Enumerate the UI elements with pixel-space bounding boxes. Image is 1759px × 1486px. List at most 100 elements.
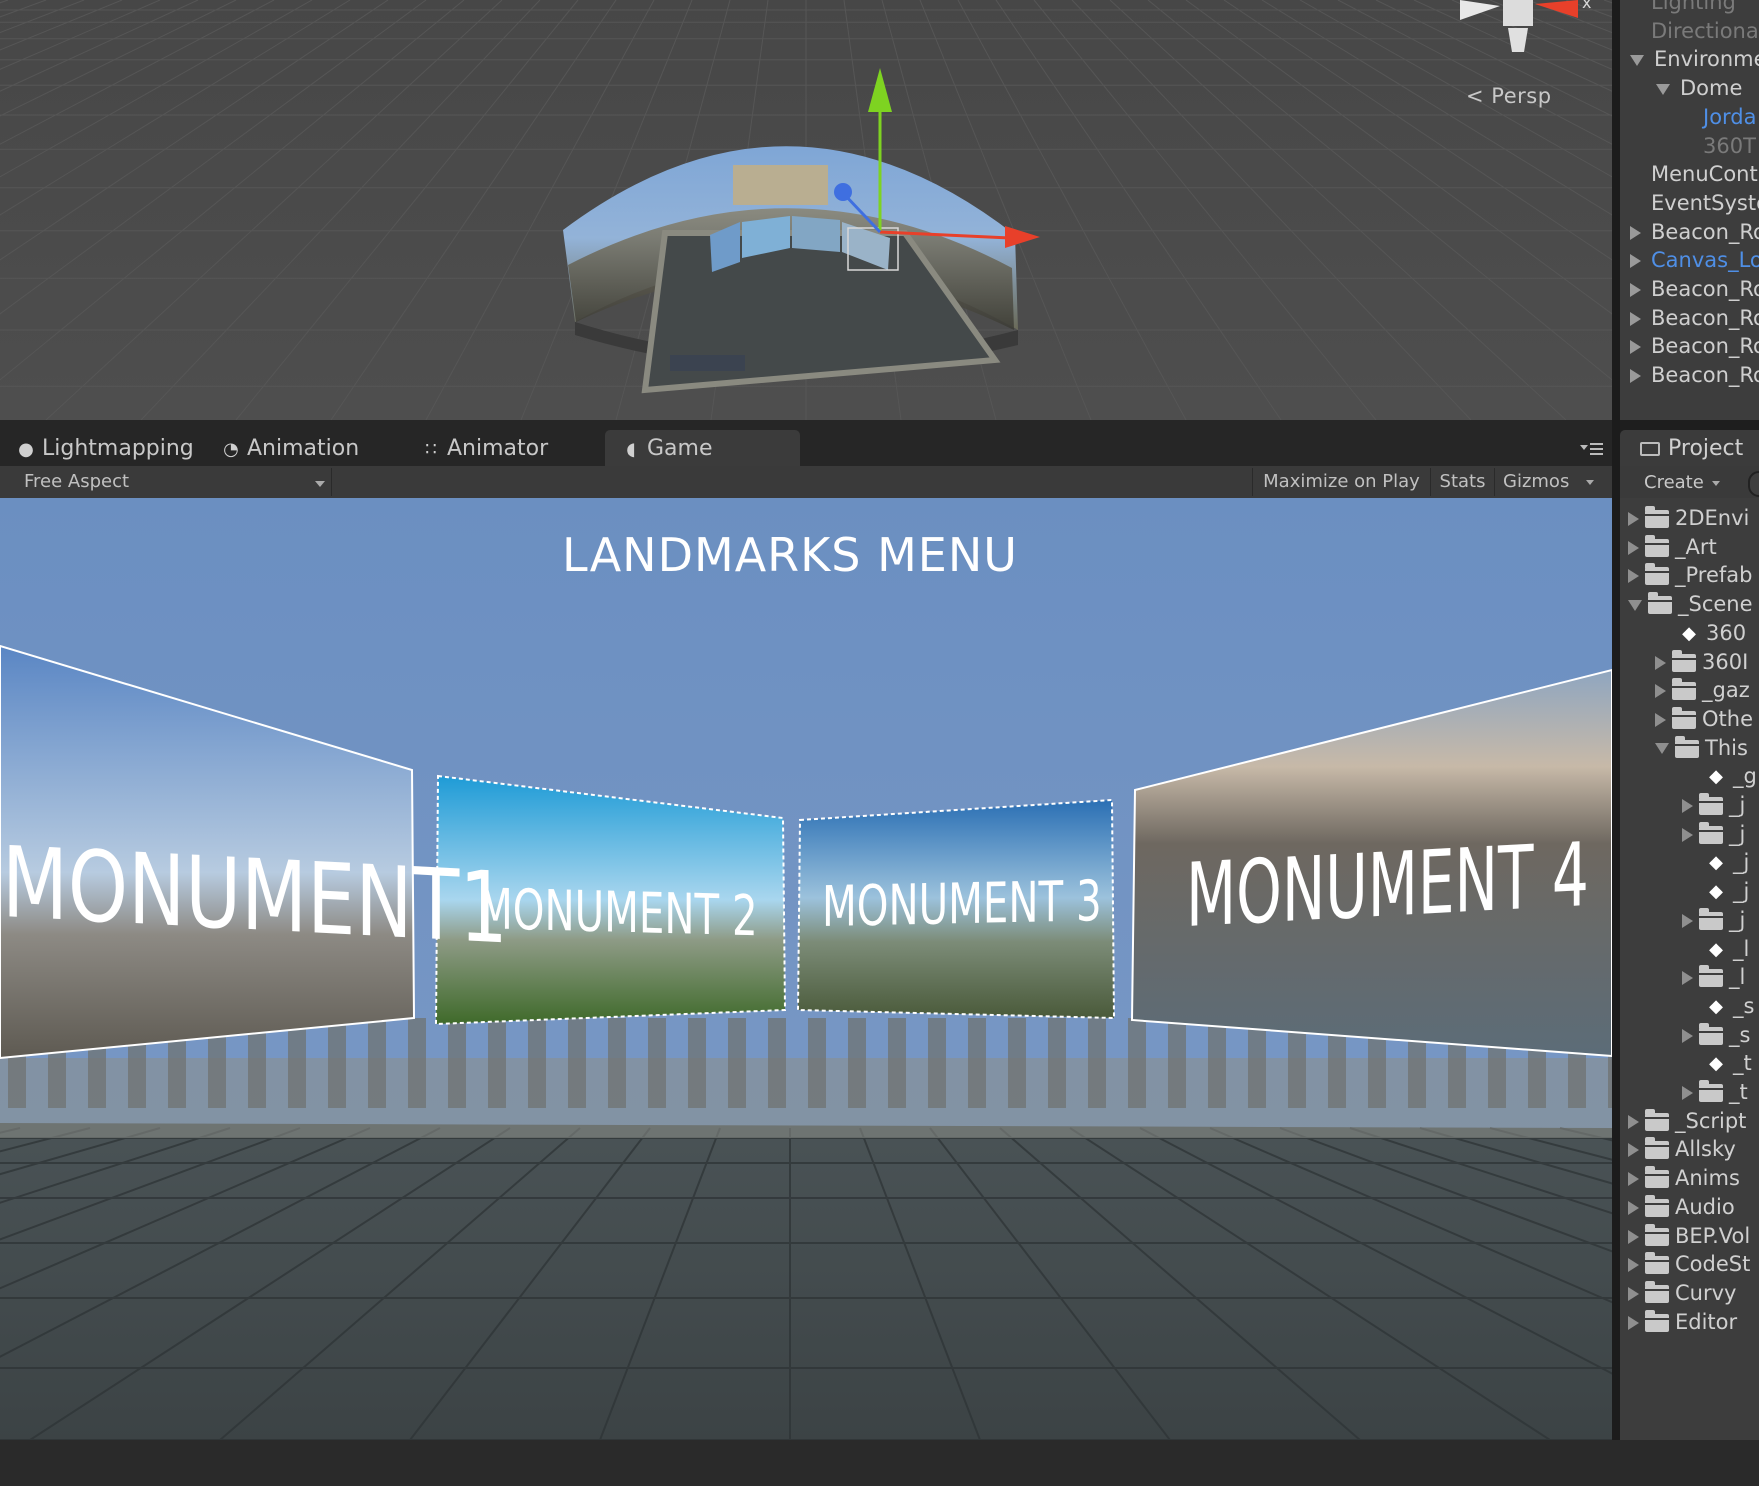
- project-folder-item[interactable]: _j: [1682, 789, 1745, 821]
- project-scene-item[interactable]: ◆ _l: [1682, 933, 1749, 965]
- persp-toggle[interactable]: < Persp: [1466, 84, 1552, 108]
- collapse-arrow-icon[interactable]: [1628, 1229, 1639, 1244]
- project-folder-item[interactable]: Editor: [1628, 1306, 1737, 1338]
- collapse-arrow-icon[interactable]: [1628, 540, 1639, 555]
- hierarchy-item[interactable]: Canvas_Lo: [1630, 244, 1759, 276]
- hierarchy-item-label: Lighting: [1651, 0, 1736, 14]
- tab-animation[interactable]: ◔ Animation: [205, 430, 405, 466]
- collapse-arrow-icon[interactable]: [1628, 1315, 1639, 1330]
- project-folder-item[interactable]: _t: [1682, 1076, 1748, 1108]
- collapse-arrow-icon[interactable]: [1630, 283, 1641, 297]
- hierarchy-item[interactable]: Environme: [1630, 43, 1759, 75]
- project-scene-item[interactable]: ◆ _s: [1682, 990, 1754, 1022]
- project-folder-item[interactable]: _Prefab: [1628, 559, 1752, 591]
- project-item-label: 360I: [1702, 649, 1749, 674]
- hierarchy-item[interactable]: 360T: [1703, 130, 1756, 162]
- project-folder-item[interactable]: Anims: [1628, 1162, 1740, 1194]
- hierarchy-item-label: 360T: [1703, 133, 1756, 158]
- project-folder-item[interactable]: _Script: [1628, 1105, 1746, 1137]
- tab-animator[interactable]: ∷ Animator: [405, 430, 605, 466]
- project-scene-item[interactable]: ◆ _j: [1682, 846, 1749, 878]
- hierarchy-item[interactable]: Dome: [1656, 72, 1742, 104]
- project-folder-item[interactable]: _Scene: [1628, 588, 1753, 620]
- aspect-dropdown[interactable]: Free Aspect: [12, 468, 332, 496]
- collapse-arrow-icon[interactable]: [1630, 225, 1641, 240]
- collapse-arrow-icon[interactable]: [1630, 340, 1641, 355]
- collapse-arrow-icon[interactable]: [1682, 971, 1693, 986]
- project-folder-item[interactable]: This: [1655, 732, 1748, 764]
- collapse-arrow-icon[interactable]: [1628, 1200, 1639, 1215]
- gizmos-dropdown[interactable]: Gizmos: [1494, 468, 1604, 496]
- hierarchy-item[interactable]: MenuCont: [1651, 158, 1758, 190]
- expand-arrow-icon[interactable]: [1628, 599, 1642, 611]
- collapse-arrow-icon[interactable]: [1628, 1258, 1639, 1273]
- collapse-arrow-icon[interactable]: [1682, 1028, 1693, 1043]
- splitter-vertical[interactable]: [1612, 0, 1620, 1486]
- collapse-arrow-icon[interactable]: [1630, 369, 1641, 384]
- hierarchy-item[interactable]: Directiona: [1651, 15, 1759, 47]
- animator-grid-icon: ∷: [425, 439, 437, 460]
- collapse-arrow-icon[interactable]: [1628, 1114, 1639, 1129]
- collapse-arrow-icon[interactable]: [1630, 311, 1641, 326]
- project-scene-item[interactable]: ◆ _j: [1682, 875, 1749, 907]
- game-viewport[interactable]: MONUMENT1 MONUMENT 2 MONUMENT 3 MONUMENT…: [0, 498, 1612, 1440]
- monument-4-label: MONUMENT 4: [1186, 823, 1589, 947]
- hierarchy-item[interactable]: Beacon_Ro: [1630, 359, 1759, 391]
- collapse-arrow-icon[interactable]: [1628, 569, 1639, 584]
- folder-icon: [1699, 821, 1723, 844]
- expand-arrow-icon[interactable]: [1630, 54, 1644, 66]
- hierarchy-item[interactable]: Beacon_Ro: [1630, 302, 1759, 334]
- project-folder-item[interactable]: Allsky: [1628, 1133, 1736, 1165]
- project-toolbar: Create: [1620, 466, 1759, 498]
- hierarchy-item[interactable]: Jorda: [1703, 101, 1757, 133]
- project-folder-item[interactable]: 360I: [1655, 646, 1748, 678]
- project-folder-item[interactable]: _gaz: [1655, 674, 1750, 706]
- project-folder-item[interactable]: BEP.Vol: [1628, 1220, 1750, 1252]
- project-scene-item[interactable]: ◆ _g: [1682, 760, 1757, 792]
- collapse-arrow-icon[interactable]: [1682, 799, 1693, 813]
- tab-lightmapping[interactable]: ● Lightmapping: [0, 430, 205, 466]
- project-scene-item[interactable]: ◆ _t: [1682, 1047, 1752, 1079]
- collapse-arrow-icon[interactable]: [1655, 655, 1666, 670]
- hierarchy-item[interactable]: Beacon_Ro: [1630, 330, 1759, 362]
- hierarchy-item[interactable]: Beacon_Ro: [1630, 273, 1759, 305]
- maximize-on-play-toggle[interactable]: Maximize on Play: [1252, 468, 1430, 496]
- collapse-arrow-icon[interactable]: [1630, 254, 1641, 269]
- splitter-horizontal[interactable]: [0, 420, 1612, 430]
- project-folder-item[interactable]: _j: [1682, 904, 1745, 936]
- tab-menu-icon[interactable]: [1578, 440, 1604, 458]
- collapse-arrow-icon[interactable]: [1628, 1143, 1639, 1158]
- project-folder-item[interactable]: Curvy: [1628, 1277, 1736, 1309]
- project-item-label: _Scene: [1678, 592, 1753, 617]
- scene-canvas[interactable]: x: [0, 0, 1612, 420]
- collapse-arrow-icon[interactable]: [1682, 1086, 1693, 1100]
- project-folder-item[interactable]: Othe: [1655, 703, 1753, 735]
- scene-view[interactable]: x < Persp: [0, 0, 1612, 420]
- project-folder-item[interactable]: _j: [1682, 818, 1745, 850]
- project-folder-item[interactable]: Audio: [1628, 1191, 1735, 1223]
- expand-arrow-icon[interactable]: [1655, 743, 1669, 755]
- project-folder-item[interactable]: 2DEnvi: [1628, 502, 1749, 534]
- search-field[interactable]: [1748, 471, 1759, 497]
- collapse-arrow-icon[interactable]: [1682, 827, 1693, 842]
- project-folder-item[interactable]: CodeSt: [1628, 1248, 1750, 1280]
- project-tab[interactable]: Project: [1620, 430, 1759, 466]
- collapse-arrow-icon[interactable]: [1628, 512, 1639, 526]
- create-button[interactable]: Create: [1644, 469, 1720, 497]
- hierarchy-item[interactable]: EventSyste: [1651, 187, 1759, 219]
- project-item-label: _l: [1729, 965, 1746, 990]
- project-scene-item[interactable]: ◆ 360: [1655, 617, 1746, 649]
- project-folder-item[interactable]: _s: [1682, 1019, 1750, 1051]
- project-folder-item[interactable]: _l: [1682, 961, 1745, 993]
- collapse-arrow-icon[interactable]: [1655, 712, 1666, 727]
- collapse-arrow-icon[interactable]: [1682, 913, 1693, 928]
- tab-game[interactable]: ◖ Game: [605, 430, 800, 466]
- collapse-arrow-icon[interactable]: [1628, 1172, 1639, 1187]
- collapse-arrow-icon[interactable]: [1628, 1286, 1639, 1301]
- hierarchy-item-label: Canvas_Lo: [1651, 248, 1759, 273]
- collapse-arrow-icon[interactable]: [1655, 684, 1666, 699]
- project-folder-item[interactable]: _Art: [1628, 531, 1717, 563]
- hierarchy-item[interactable]: Beacon_Ro: [1630, 216, 1759, 248]
- stats-toggle[interactable]: Stats: [1430, 468, 1494, 496]
- expand-arrow-icon[interactable]: [1656, 83, 1670, 95]
